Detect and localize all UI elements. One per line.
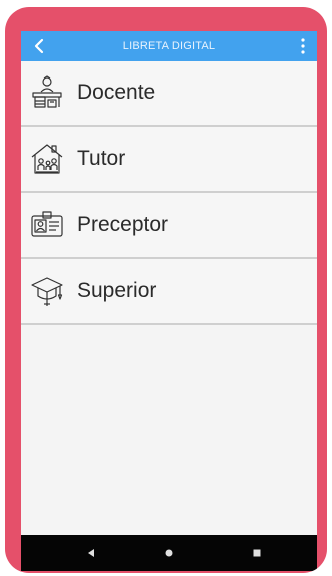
app-bar: LIBRETA DIGITAL (21, 31, 317, 61)
menu-item-label: Docente (77, 81, 156, 104)
teacher-desk-icon (32, 75, 62, 108)
menu-item-tutor[interactable]: Tutor (21, 127, 317, 193)
menu-item-label: Tutor (77, 147, 126, 170)
menu-item-docente[interactable]: Docente (21, 61, 317, 127)
phone-frame: LIBRETA DIGITAL Docente Tutor Preceptor … (5, 7, 327, 573)
nav-back-icon[interactable] (85, 547, 97, 559)
app-title: LIBRETA DIGITAL (122, 40, 216, 52)
menu-item-label: Superior (77, 279, 157, 302)
nav-home-icon[interactable] (163, 547, 175, 559)
menu-item-superior[interactable]: Superior (21, 259, 317, 325)
graduation-cap-icon (31, 277, 63, 306)
family-home-icon (31, 144, 63, 174)
role-menu-list: Docente Tutor Preceptor Superior (21, 61, 317, 325)
menu-item-label: Preceptor (77, 213, 169, 236)
id-card-icon (31, 211, 63, 237)
system-nav-bar (21, 535, 317, 571)
nav-recents-icon[interactable] (251, 547, 263, 559)
app-screen: LIBRETA DIGITAL Docente Tutor Preceptor … (21, 31, 317, 571)
menu-item-preceptor[interactable]: Preceptor (21, 193, 317, 259)
more-vert-icon[interactable] (299, 37, 307, 55)
